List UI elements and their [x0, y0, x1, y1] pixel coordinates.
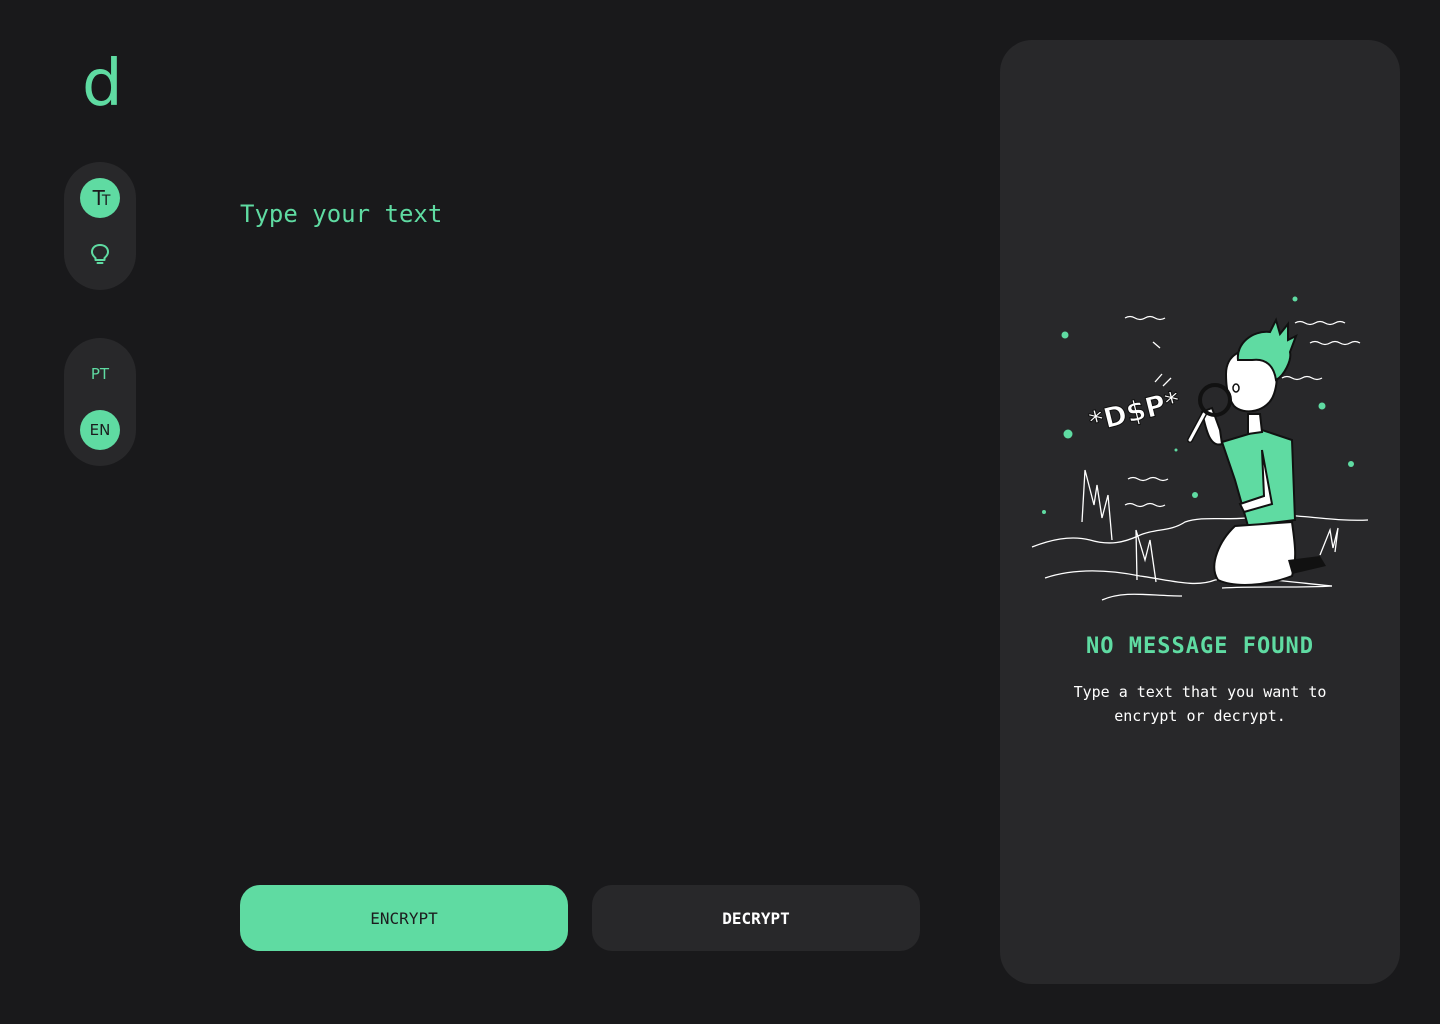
empty-state-title: NO MESSAGE FOUND — [1086, 634, 1314, 659]
language-en-button[interactable]: EN — [80, 410, 120, 450]
language-pt-label: PT — [90, 365, 110, 383]
language-en-label: EN — [89, 421, 111, 439]
result-panel: *D$P* NO MESSAGE FOUND Type a text that … — [1000, 40, 1400, 984]
message-input[interactable] — [240, 200, 920, 840]
theme-mode-button[interactable] — [80, 234, 120, 274]
lightbulb-icon — [91, 244, 109, 264]
decrypt-button[interactable]: DECRYPT — [592, 885, 920, 951]
detective-illustration: *D$P* — [1031, 296, 1369, 601]
language-pt-button[interactable]: PT — [80, 354, 120, 394]
encrypt-button[interactable]: ENCRYPT — [240, 885, 568, 951]
text-mode-button[interactable]: TT — [80, 178, 120, 218]
svg-text:*D$P*: *D$P* — [1086, 384, 1184, 438]
app-logo: d — [82, 47, 123, 121]
empty-state-description: Type a text that you want to encrypt or … — [1073, 683, 1327, 725]
text-size-icon: TT — [92, 186, 111, 210]
mode-switch: TT — [64, 162, 136, 290]
language-switch: PT EN — [64, 338, 136, 466]
